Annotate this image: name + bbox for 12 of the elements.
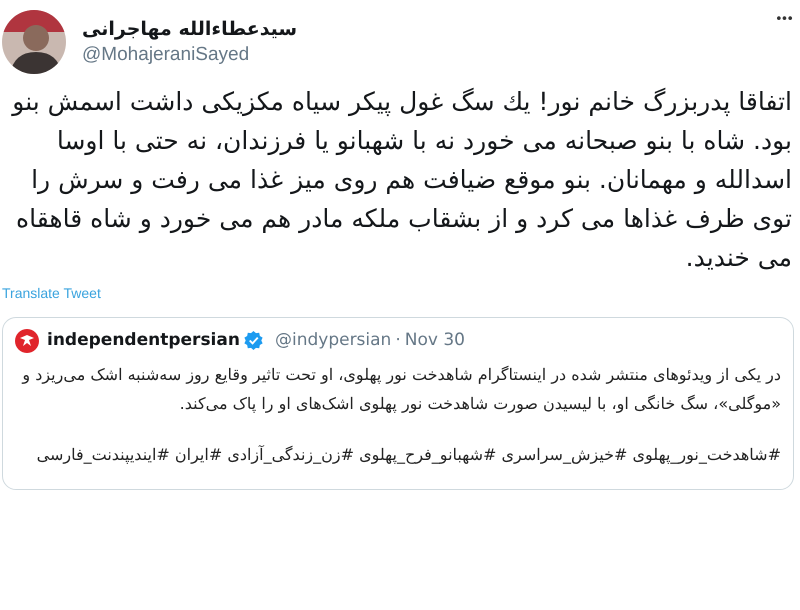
- separator-dot: ·: [395, 329, 401, 352]
- quoted-author-handle[interactable]: @indypersian: [274, 328, 392, 354]
- quoted-text: در یکی از ویدئوهای منتشر شده در اینستاگرام شاهدخت نور پهلوی، او تحت تاثیر وقایع روز سه‌شنبه اشک می‌ریزد و «موگلی»، سگ خانگی او، با لیسیدن صورت شاهدخت نور پهلوی اشک‌های او را پاک می‌کند.: [20, 364, 781, 415]
- logo-icon: [15, 328, 39, 353]
- more-button[interactable]: •••: [774, 10, 792, 30]
- hashtags[interactable]: #شاهدخت_نور_پهلوی #خیزش_سراسری #شهبانو_فرح_پهلوی #زن_زندگی_آزادی #ایران #ایندیپندنت_فارسی: [15, 440, 781, 468]
- author-handle[interactable]: @MohajeraniSayed: [82, 40, 298, 70]
- author-name[interactable]: سیدعطاءالله مهاجرانی: [82, 18, 298, 41]
- tweet-text: اتفاقا پدربزرگ خانم نور! یك سگ غول پیكر سیاه مكزیكی داشت اسمش بنو بود. شاه با بنو صبحانه می خورد نه با شهبانو یا فرزندان، نه حتی با اوسا اسدالله و مهمانان. بنو موقع ضیافت هم روی میز غذا می رفت و سرش را توی ظرف غذاها می كرد و از بشقاب ملكه مادر هم می خورد و شاه قاهقاه می خندید.: [10, 86, 793, 274]
- quoted-tweet[interactable]: [2, 317, 794, 490]
- quoted-date[interactable]: Nov 30: [404, 328, 465, 354]
- quoted-author-name[interactable]: independentpersian: [47, 328, 240, 354]
